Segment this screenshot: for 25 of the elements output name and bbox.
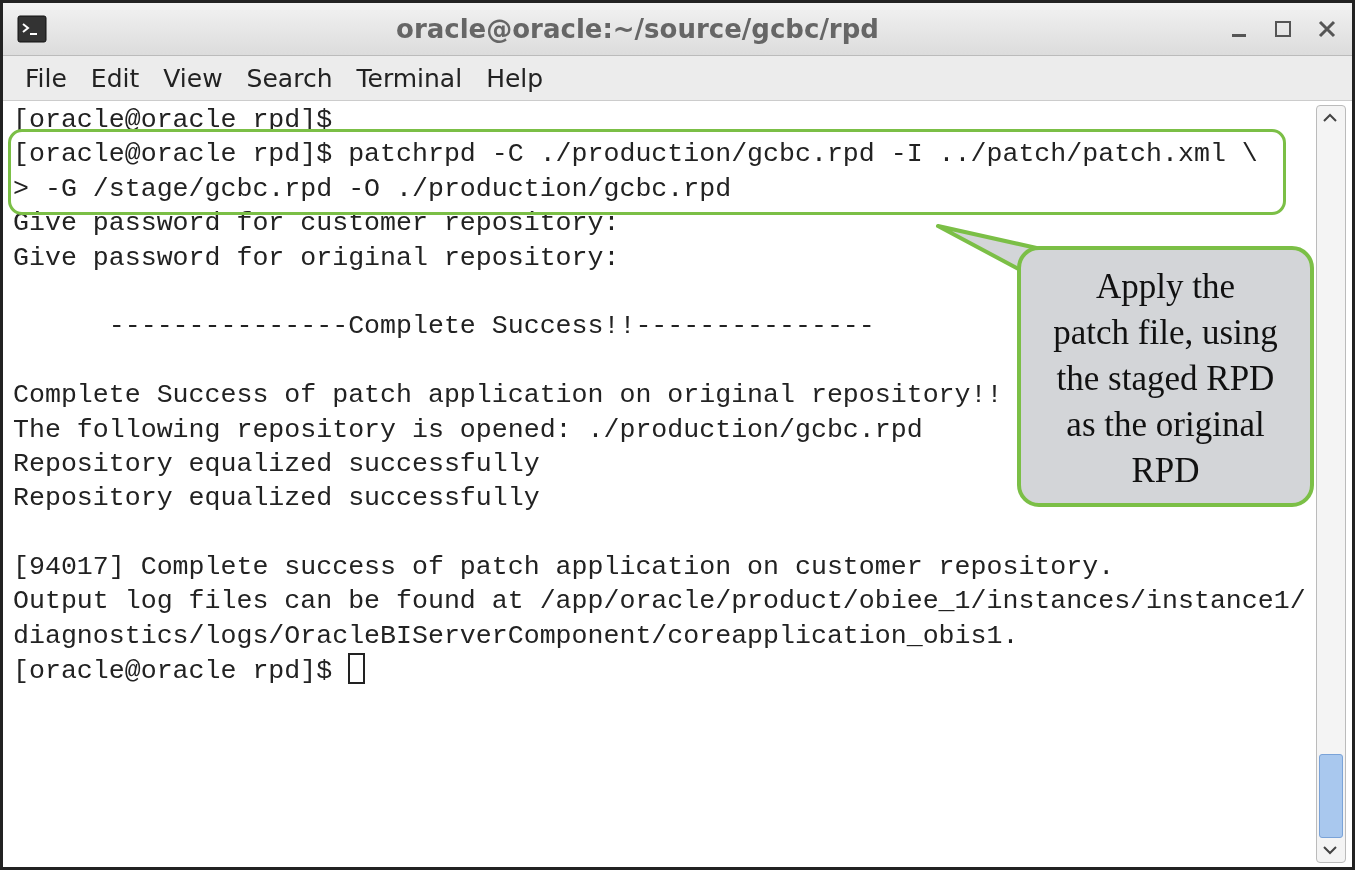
terminal-line: [oracle@oracle rpd]$ patchrpd -C ./production/gcbc.rpd -I ../patch/patch.xml \	[13, 139, 1258, 170]
terminal-line: Give password for original repository:	[13, 242, 620, 273]
menu-item[interactable]: Search	[234, 63, 345, 93]
terminal-line: diagnostics/logs/OracleBIServerComponent/coreapplication_obis1.	[13, 620, 1019, 651]
menu-item[interactable]: Terminal	[344, 63, 475, 93]
terminal-icon	[17, 15, 47, 43]
menu-item[interactable]: File	[13, 63, 79, 93]
terminal-line: [94017] Complete success of patch application on customer repository.	[13, 552, 1115, 583]
terminal-line: ---------------Complete Success!!---------------	[107, 311, 875, 342]
terminal-line: Complete Success of patch application on original repository!!	[13, 380, 1003, 411]
callout-text: Apply the patch file, using the staged RPD as the original RPD	[1017, 246, 1314, 507]
terminal-line: [oracle@oracle rpd]$	[13, 656, 334, 687]
terminal-line: Output log files can be found at /app/oracle/product/obiee_1/instances/instance1/	[13, 586, 1306, 617]
terminal-line: > -G /stage/gcbc.rpd -O ./production/gcbc.rpd	[13, 173, 732, 204]
menu-item[interactable]: Edit	[78, 63, 152, 93]
menu-item[interactable]: View	[151, 63, 235, 93]
maximize-icon[interactable]	[1272, 18, 1294, 40]
scrollbar-thumb[interactable]	[1319, 754, 1343, 838]
menu-item[interactable]: Help	[474, 63, 556, 93]
terminal-line: Repository equalized successfully	[13, 448, 540, 479]
scrollbar[interactable]	[1316, 105, 1346, 863]
terminal-line: The following repository is opened: ./production/gcbc.rpd	[13, 414, 923, 445]
window-title: oracle@oracle:~/source/gcbc/rpd	[395, 14, 880, 44]
terminal-line: Repository equalized successfully	[13, 483, 540, 514]
close-icon[interactable]	[1316, 18, 1338, 40]
